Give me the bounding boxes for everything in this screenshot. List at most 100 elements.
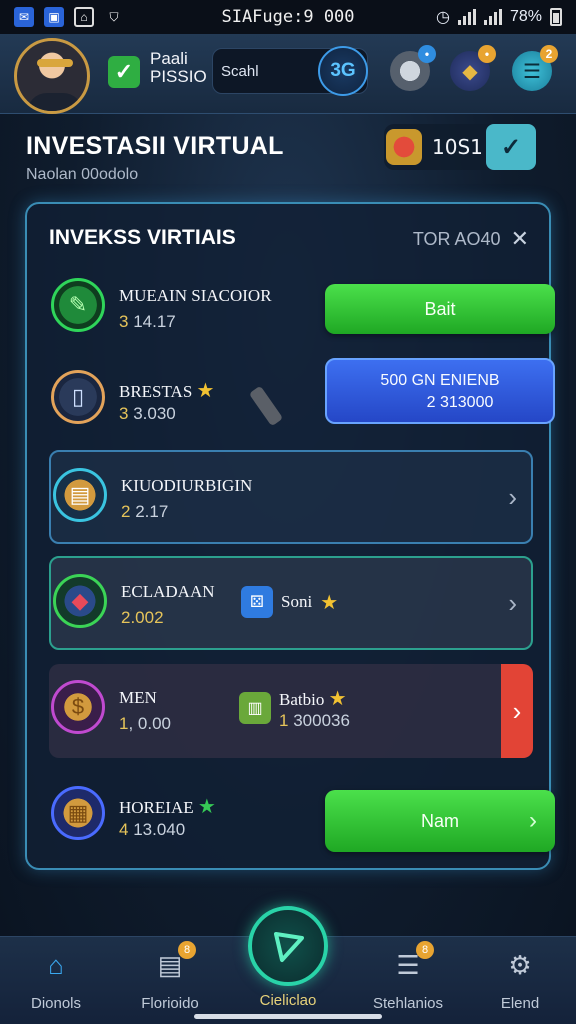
battery-percent: 78% (509, 8, 542, 25)
panel-title: INVEKSS VIRTIAIS (49, 226, 236, 249)
verified-check-icon: ✓ (108, 56, 140, 88)
battery-icon (550, 8, 562, 26)
home-indicator[interactable] (194, 1014, 382, 1019)
money-bag-icon: $ (51, 680, 105, 734)
item-value: 2 2.17 (121, 502, 169, 521)
nav-label: Dionols (30, 995, 82, 1012)
signal-icon-2 (483, 9, 502, 25)
gems-icon: ◆ (53, 574, 107, 628)
app-header: ✓ Paali PISSIO Scahl 3G • ◆ • ☰ 2 (0, 34, 576, 114)
item-value: 2.002 (121, 608, 164, 627)
buy-button[interactable]: Bait (325, 284, 555, 334)
item-name: MEN (119, 688, 157, 707)
search-button[interactable]: 3G (318, 46, 368, 96)
photo-notification-icon: ▣ (44, 7, 64, 27)
list-item[interactable]: ▤ KIUODIURBIGIN 2 2.17 › (49, 450, 533, 544)
item-name: HOREIAE ★ (119, 796, 216, 818)
nav-label: Stehlanios (372, 995, 444, 1012)
mid-label: Batbio (279, 690, 325, 709)
chevron-right-icon: › (529, 807, 537, 834)
mid-value: 1 300036 (279, 711, 350, 730)
list-icon: ☰ 8 (388, 941, 434, 985)
close-icon[interactable]: ✕ (511, 226, 529, 252)
star-icon: ★ (197, 796, 216, 818)
gallery-icon: ⌂ (74, 7, 94, 27)
lens-button[interactable]: • (390, 45, 436, 91)
page-title: INVESTASII VIRTUAL (26, 132, 284, 160)
price-button[interactable]: 500 GN ENIENB 2 313000 (325, 358, 555, 424)
treasure-icon (386, 129, 422, 165)
avatar[interactable] (14, 38, 90, 114)
mid-item: ⚄ Soni ★ (241, 586, 338, 618)
confirm-check-button[interactable]: ✓ (486, 124, 536, 170)
nav-badge: 8 (178, 941, 196, 959)
item-value: 4 13.040 (119, 820, 186, 839)
coin-value: 10S1 (432, 135, 483, 159)
nav-item-stats[interactable]: ☰ 8 Stehlanios (358, 941, 458, 1012)
chat-button[interactable]: ☰ 2 (512, 45, 558, 91)
chevron-right-icon[interactable]: › (508, 588, 517, 619)
list-item[interactable]: ▦ HOREIAE ★ 4 13.040 Nam › (49, 770, 555, 864)
lens-badge-icon: • (418, 45, 436, 63)
item-name: MUEAIN SIACOIOR (119, 286, 272, 305)
chest-icon: ▤ (53, 468, 107, 522)
status-bar: ✉ ▣ ⌂ ⛉ SIAFuge:9 000 ◷ 78% (0, 0, 576, 34)
panel-right-label: TOR AO40 (412, 228, 501, 249)
investment-panel: INVEKSS VIRTIAIS TOR AO40 ✕ ✎ MUEAIN SIA… (25, 202, 555, 870)
user-name-line2: PISSIO (150, 67, 207, 86)
list-item[interactable]: ▯ BRESTAS ★ 3 3.030 500 GN ENIENB 2 3130… (49, 354, 555, 448)
search-text: Scahl (221, 62, 259, 80)
app-notification-icon: ✉ (14, 7, 34, 27)
red-chevron-tab[interactable]: › (501, 664, 533, 758)
chevron-right-icon[interactable]: › (508, 482, 517, 513)
search-button-label: 3G (330, 60, 356, 81)
mid-label: Soni (281, 592, 313, 611)
star-icon: ★ (196, 380, 215, 402)
list-item[interactable]: $ MEN 1, 0.00 ▥ Batbio ★ 1 300036 › (49, 664, 533, 758)
price-button-line2: 2 313000 (426, 394, 494, 411)
cash-stack-icon: ▥ (239, 692, 271, 724)
item-name: BRESTAS ★ (119, 380, 215, 402)
dice-icon: ⚄ (241, 586, 273, 618)
alarm-icon: ◷ (436, 9, 450, 26)
gift-icon: ◆ (462, 60, 478, 83)
item-name: ECLADAAN (121, 582, 215, 601)
user-name-line1: Paali (150, 49, 188, 68)
avatar-suit (27, 93, 83, 111)
list-item[interactable]: ✎ MUEAIN SIACOIOR 3 14.17 Bait (49, 262, 555, 356)
star-icon: ★ (320, 591, 339, 614)
home-icon: ⌂ (48, 949, 64, 980)
user-name[interactable]: Paali PISSIO (150, 50, 207, 86)
nav-item-settings[interactable]: ⚙ Elend (470, 945, 570, 1013)
page-subtitle: Naolan 00odolo (26, 166, 139, 183)
phone-icon (248, 385, 284, 427)
coin-balance[interactable]: 10S1 ✓ (384, 124, 536, 170)
item-value: 1, 0.00 (119, 714, 172, 733)
document-icon: ▤ 8 (150, 941, 196, 985)
price-button-line1: 500 GN ENIENB (380, 372, 500, 389)
chat-badge: 2 (540, 45, 558, 63)
nav-label: Florioido (141, 995, 199, 1012)
nav-label: Elend (500, 995, 540, 1012)
gift-button[interactable]: ◆ • (450, 45, 496, 91)
star-icon: ★ (328, 688, 347, 710)
nav-badge: 8 (416, 941, 434, 959)
signal-icon (457, 9, 476, 25)
item-name: KIUODIURBIGIN (121, 476, 253, 495)
item-value: 3 14.17 (119, 312, 176, 331)
tablet-icon: ▯ (51, 370, 105, 424)
mid-item: ▥ Batbio ★ 1 300036 (239, 686, 350, 731)
leaf-coin-icon: ✎ (51, 278, 105, 332)
nav-item-portfolio[interactable]: ▤ 8 Florioido (120, 941, 220, 1012)
avatar-headband (37, 59, 73, 67)
list-item[interactable]: ◆ ECLADAAN 2.002 ⚄ Soni ★ › (49, 556, 533, 650)
gift-badge: • (478, 45, 496, 63)
play-button[interactable] (248, 906, 328, 986)
action-button[interactable]: Nam › (325, 790, 555, 852)
item-value: 3 3.030 (119, 404, 176, 423)
gear-icon: ⚙ (508, 949, 532, 980)
play-icon (274, 932, 304, 962)
shield-icon: ⛉ (109, 9, 119, 24)
chat-icon: ☰ (523, 60, 541, 83)
nav-item-home[interactable]: ⌂ Dionols (6, 945, 106, 1013)
